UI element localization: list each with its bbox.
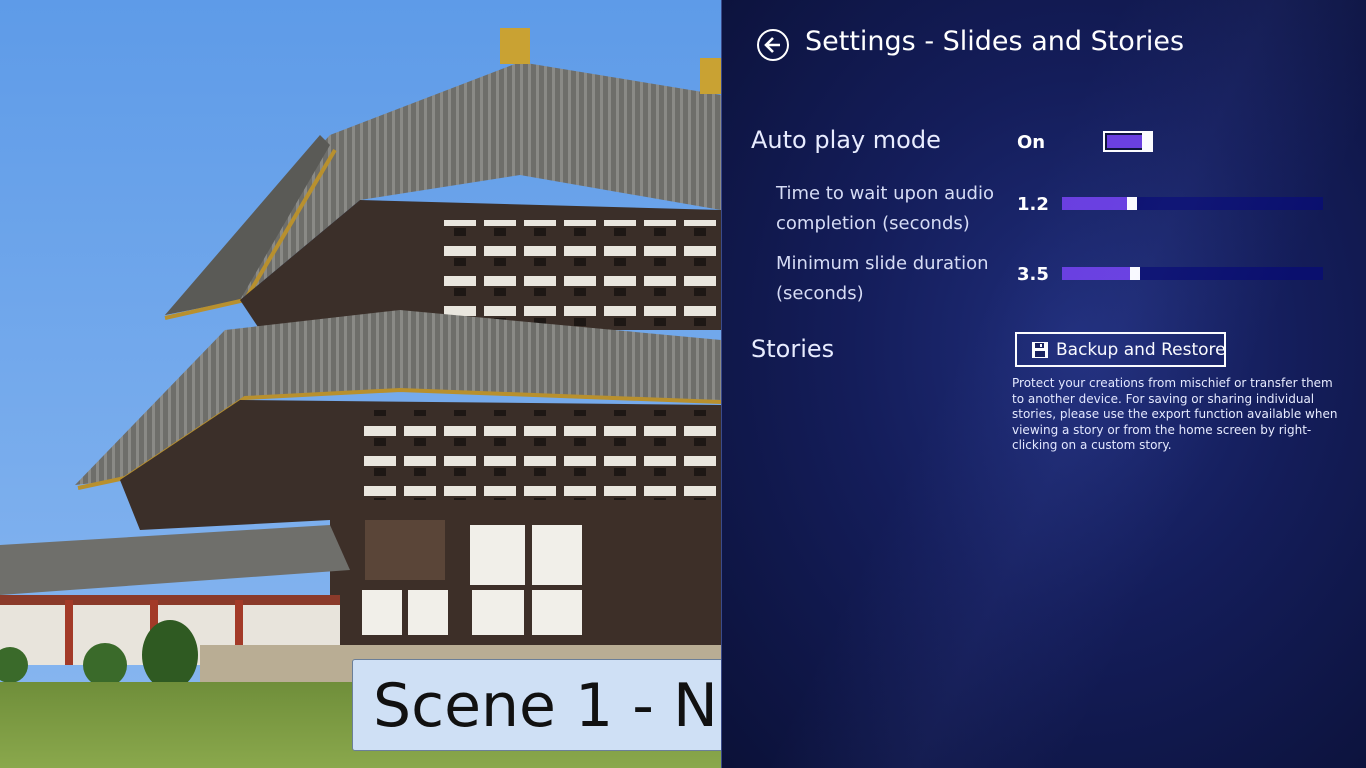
min-duration-value: 3.5 — [1017, 264, 1049, 285]
back-arrow-icon — [764, 37, 780, 53]
min-duration-slider[interactable] — [1062, 267, 1323, 280]
wait-time-label: Time to wait upon audio completion (seco… — [776, 183, 994, 234]
wait-time-value: 1.2 — [1017, 194, 1049, 215]
auto-play-state: On — [1017, 132, 1046, 153]
floppy-disk-icon — [1032, 342, 1048, 358]
auto-play-label: Auto play mode — [751, 126, 941, 154]
scene-image — [0, 0, 721, 768]
toggle-thumb[interactable] — [1142, 131, 1153, 152]
backup-restore-label: Backup and Restore — [1056, 340, 1226, 360]
min-duration-label: Minimum slide duration (seconds) — [776, 253, 989, 304]
backup-description: Protect your creations from mischief or … — [1012, 376, 1338, 452]
settings-flyout: Settings - Slides and Stories Auto play … — [721, 0, 1366, 768]
wait-time-slider[interactable] — [1062, 197, 1323, 210]
toggle-fill — [1107, 135, 1142, 148]
story-scene-preview: Scene 1 - Na — [0, 0, 721, 768]
scene-caption: Scene 1 - Na — [373, 671, 721, 741]
stories-label: Stories — [751, 335, 835, 363]
slider-thumb[interactable] — [1130, 267, 1140, 280]
auto-play-toggle[interactable] — [1103, 131, 1153, 152]
slider-thumb[interactable] — [1127, 197, 1137, 210]
back-button[interactable] — [757, 29, 789, 61]
slider-fill — [1062, 267, 1130, 280]
scene-caption-box: Scene 1 - Na — [352, 659, 721, 751]
slider-fill — [1062, 197, 1127, 210]
page-title: Settings - Slides and Stories — [805, 26, 1185, 57]
backup-restore-button[interactable]: Backup and Restore — [1015, 332, 1226, 367]
